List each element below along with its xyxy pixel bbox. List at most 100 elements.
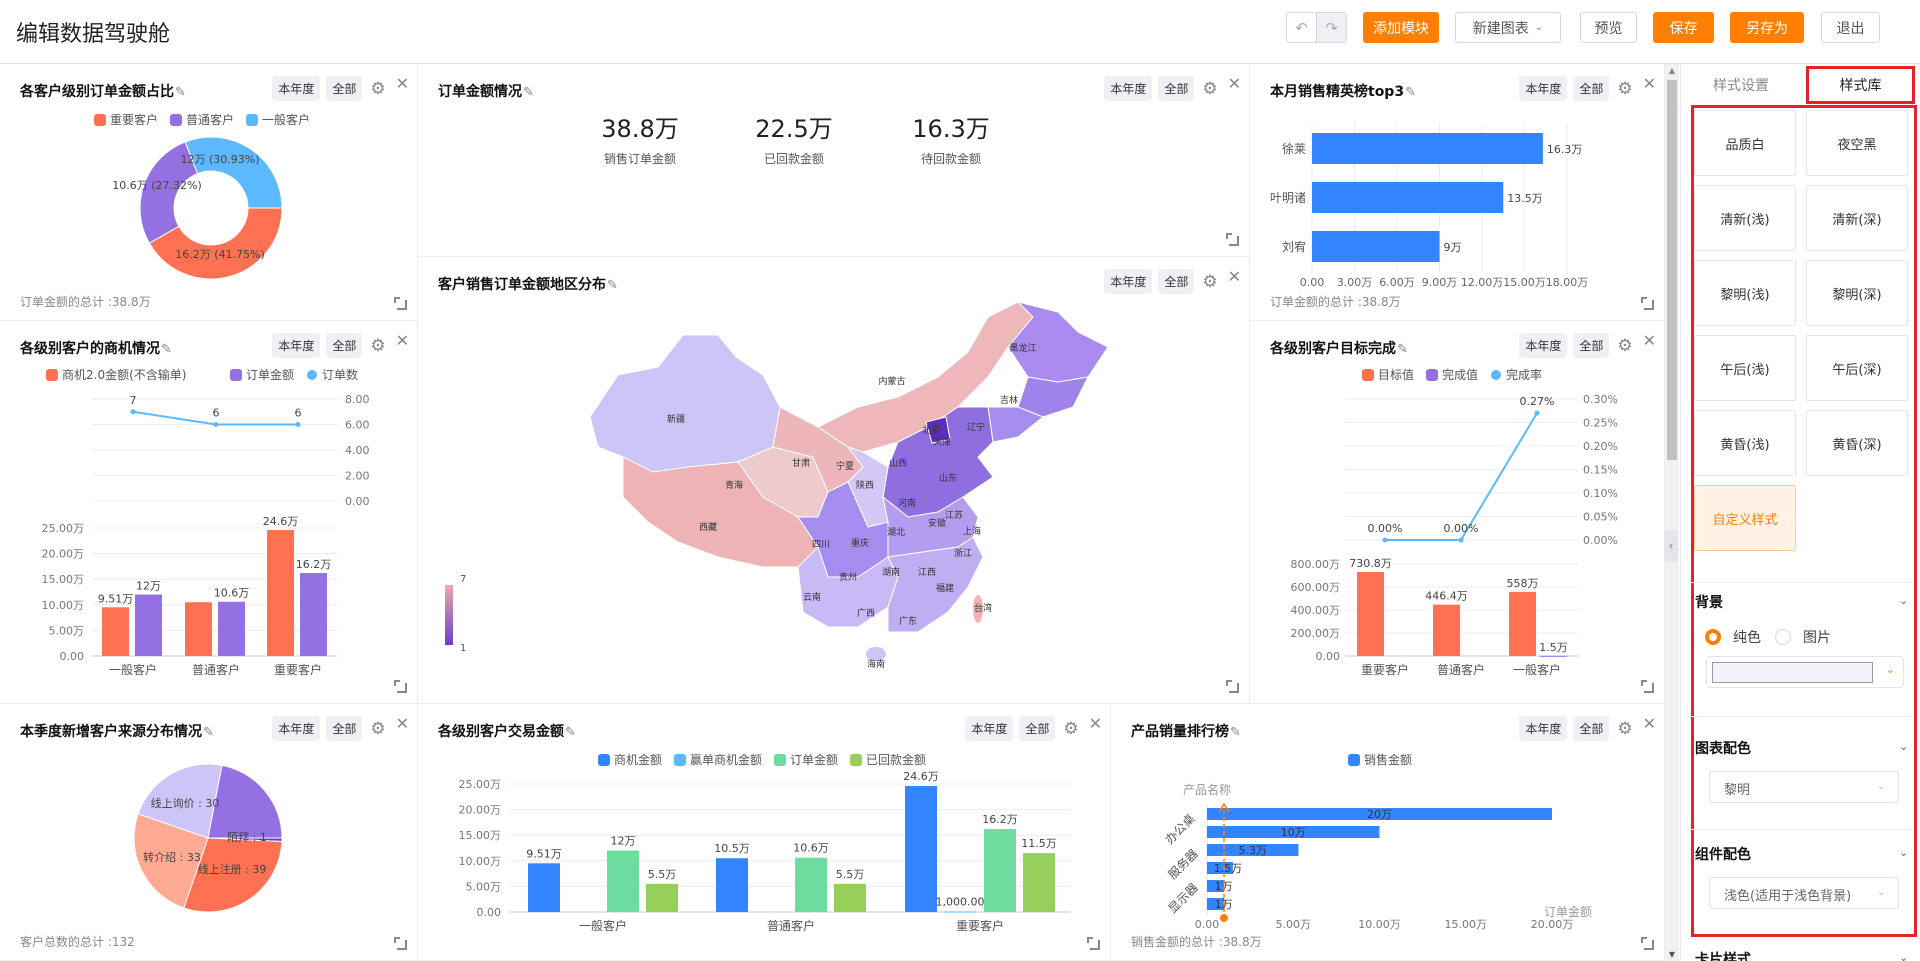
- scope-filter-button[interactable]: 全部: [326, 716, 363, 741]
- theme-option[interactable]: 黄昏(浅): [1694, 410, 1796, 476]
- theme-option[interactable]: 品质白: [1694, 110, 1796, 176]
- theme-option[interactable]: 黄昏(深): [1806, 410, 1908, 476]
- theme-option[interactable]: 夜空黑: [1806, 110, 1908, 176]
- period-filter-button[interactable]: 本年度: [272, 76, 321, 101]
- scope-filter-button[interactable]: 全部: [1158, 76, 1195, 101]
- close-icon[interactable]: ✕: [1643, 714, 1656, 733]
- theme-option[interactable]: 黎明(浅): [1694, 260, 1796, 326]
- gear-icon[interactable]: ⚙: [1063, 719, 1078, 739]
- scope-filter-button[interactable]: 全部: [326, 76, 363, 101]
- gear-icon[interactable]: ⚙: [370, 336, 385, 356]
- gear-icon[interactable]: ⚙: [1617, 79, 1632, 99]
- period-filter-button[interactable]: 本年度: [1104, 269, 1153, 294]
- scope-filter-button[interactable]: 全部: [1573, 716, 1610, 741]
- category-label: 一般客户: [579, 918, 627, 933]
- scope-filter-button[interactable]: 全部: [326, 333, 363, 358]
- component-color-select[interactable]: 浅色(适用于浅色背景) ⌄: [1709, 877, 1899, 909]
- chevron-down-icon[interactable]: ⌄: [1899, 594, 1908, 607]
- tab-style-settings[interactable]: 样式设置: [1681, 66, 1801, 104]
- scroll-up-icon[interactable]: ▲: [1665, 66, 1679, 75]
- preview-button[interactable]: 预览: [1580, 12, 1637, 43]
- scope-filter-button[interactable]: 全部: [1158, 269, 1195, 294]
- scroll-down-icon[interactable]: ▼: [1665, 950, 1679, 959]
- chevron-down-icon: ⌄: [1534, 22, 1544, 33]
- scope-filter-button[interactable]: 全部: [1573, 333, 1610, 358]
- bar-label: 10.6万: [214, 587, 250, 600]
- close-icon[interactable]: ✕: [396, 331, 409, 350]
- chart-color-select[interactable]: 黎明 ⌄: [1709, 771, 1899, 803]
- y-axis-name: 产品名称: [1183, 782, 1231, 797]
- pencil-icon[interactable]: ✎: [523, 85, 534, 100]
- period-filter-button[interactable]: 本年度: [272, 716, 321, 741]
- donut-chart: 重要客户 普通客户 一般客户 16.2万 (41.75%) 10.6万 (27.32%)…: [94, 112, 310, 280]
- tab-style-library[interactable]: 样式库: [1806, 66, 1915, 104]
- chevron-down-icon[interactable]: ⌄: [1899, 951, 1908, 961]
- resize-icon[interactable]: [1641, 937, 1654, 950]
- scope-filter-button[interactable]: 全部: [1573, 76, 1610, 101]
- region-label: 西藏: [699, 521, 717, 533]
- region-label: 海南: [867, 658, 885, 670]
- exit-button[interactable]: 退出: [1821, 12, 1880, 43]
- resize-icon[interactable]: [394, 680, 407, 693]
- save-button[interactable]: 保存: [1653, 12, 1714, 43]
- period-filter-button[interactable]: 本年度: [1519, 76, 1568, 101]
- period-filter-button[interactable]: 本年度: [1104, 76, 1153, 101]
- resize-icon[interactable]: [1087, 937, 1100, 950]
- period-filter-button[interactable]: 本年度: [1519, 333, 1568, 358]
- gear-icon[interactable]: ⚙: [1617, 336, 1632, 356]
- gear-icon[interactable]: ⚙: [370, 79, 385, 99]
- background-color-picker[interactable]: ⌄: [1706, 656, 1904, 688]
- legend-marker: [850, 754, 862, 766]
- scrollbar-thumb[interactable]: [1667, 80, 1677, 460]
- close-icon[interactable]: ✕: [1643, 331, 1656, 350]
- slice-label: 线上询价 : 30: [151, 796, 220, 810]
- chart-color-value: 黎明: [1724, 783, 1751, 798]
- gear-icon[interactable]: ⚙: [1202, 272, 1217, 292]
- gear-icon[interactable]: ⚙: [370, 719, 385, 739]
- close-icon[interactable]: ✕: [1089, 714, 1102, 733]
- bar-label: 16.3万: [1547, 143, 1583, 156]
- theme-option[interactable]: 清新(浅): [1694, 185, 1796, 251]
- style-sidebar: 样式设置 样式库 品质白 夜空黑 清新(浅) 清新(深) 黎明(浅) 黎明(深) 午后(浅)…: [1680, 64, 1920, 961]
- region-label: 湖北: [887, 527, 905, 538]
- theme-option[interactable]: 自定义样式: [1694, 485, 1796, 551]
- close-icon[interactable]: ✕: [396, 74, 409, 93]
- period-filter-button[interactable]: 本年度: [1519, 716, 1568, 741]
- scope-filter-button[interactable]: 全部: [1019, 716, 1056, 741]
- category-label: 一般客户: [1513, 662, 1561, 677]
- radio-solid-color[interactable]: [1705, 629, 1721, 645]
- collapse-panel-handle[interactable]: ‹: [1664, 530, 1678, 562]
- save-as-button[interactable]: 另存为: [1730, 12, 1804, 43]
- period-filter-button[interactable]: 本年度: [272, 333, 321, 358]
- new-chart-dropdown[interactable]: 新建图表 ⌄: [1455, 12, 1561, 43]
- region-label: 浙江: [954, 547, 972, 559]
- resize-icon[interactable]: [1226, 233, 1239, 246]
- y-tick-label: 10.00万: [459, 855, 502, 868]
- period-filter-button[interactable]: 本年度: [965, 716, 1014, 741]
- chevron-down-icon[interactable]: ⌄: [1899, 740, 1908, 753]
- bar-label: 12万: [611, 835, 636, 848]
- redo-icon[interactable]: ↷: [1316, 13, 1346, 42]
- gear-icon[interactable]: ⚙: [1617, 719, 1632, 739]
- category-label: 普通客户: [767, 918, 815, 933]
- region-label: 内蒙古: [878, 375, 905, 387]
- resize-icon[interactable]: [1641, 297, 1654, 310]
- radio-image[interactable]: [1775, 629, 1791, 645]
- resize-icon[interactable]: [394, 937, 407, 950]
- theme-option[interactable]: 午后(深): [1806, 335, 1908, 401]
- resize-icon[interactable]: [1641, 680, 1654, 693]
- close-icon[interactable]: ✕: [1228, 267, 1241, 286]
- chevron-down-icon[interactable]: ⌄: [1899, 846, 1908, 859]
- close-icon[interactable]: ✕: [396, 714, 409, 733]
- resize-icon[interactable]: [394, 297, 407, 310]
- resize-icon[interactable]: [1226, 680, 1239, 693]
- add-module-button[interactable]: 添加模块: [1363, 12, 1439, 43]
- undo-icon[interactable]: ↶: [1287, 13, 1316, 42]
- theme-option[interactable]: 清新(深): [1806, 185, 1908, 251]
- theme-option[interactable]: 黎明(深): [1806, 260, 1908, 326]
- gear-icon[interactable]: ⚙: [1202, 79, 1217, 99]
- panel-title-text: 订单金额情况: [438, 84, 522, 100]
- close-icon[interactable]: ✕: [1643, 74, 1656, 93]
- theme-option[interactable]: 午后(浅): [1694, 335, 1796, 401]
- close-icon[interactable]: ✕: [1228, 74, 1241, 93]
